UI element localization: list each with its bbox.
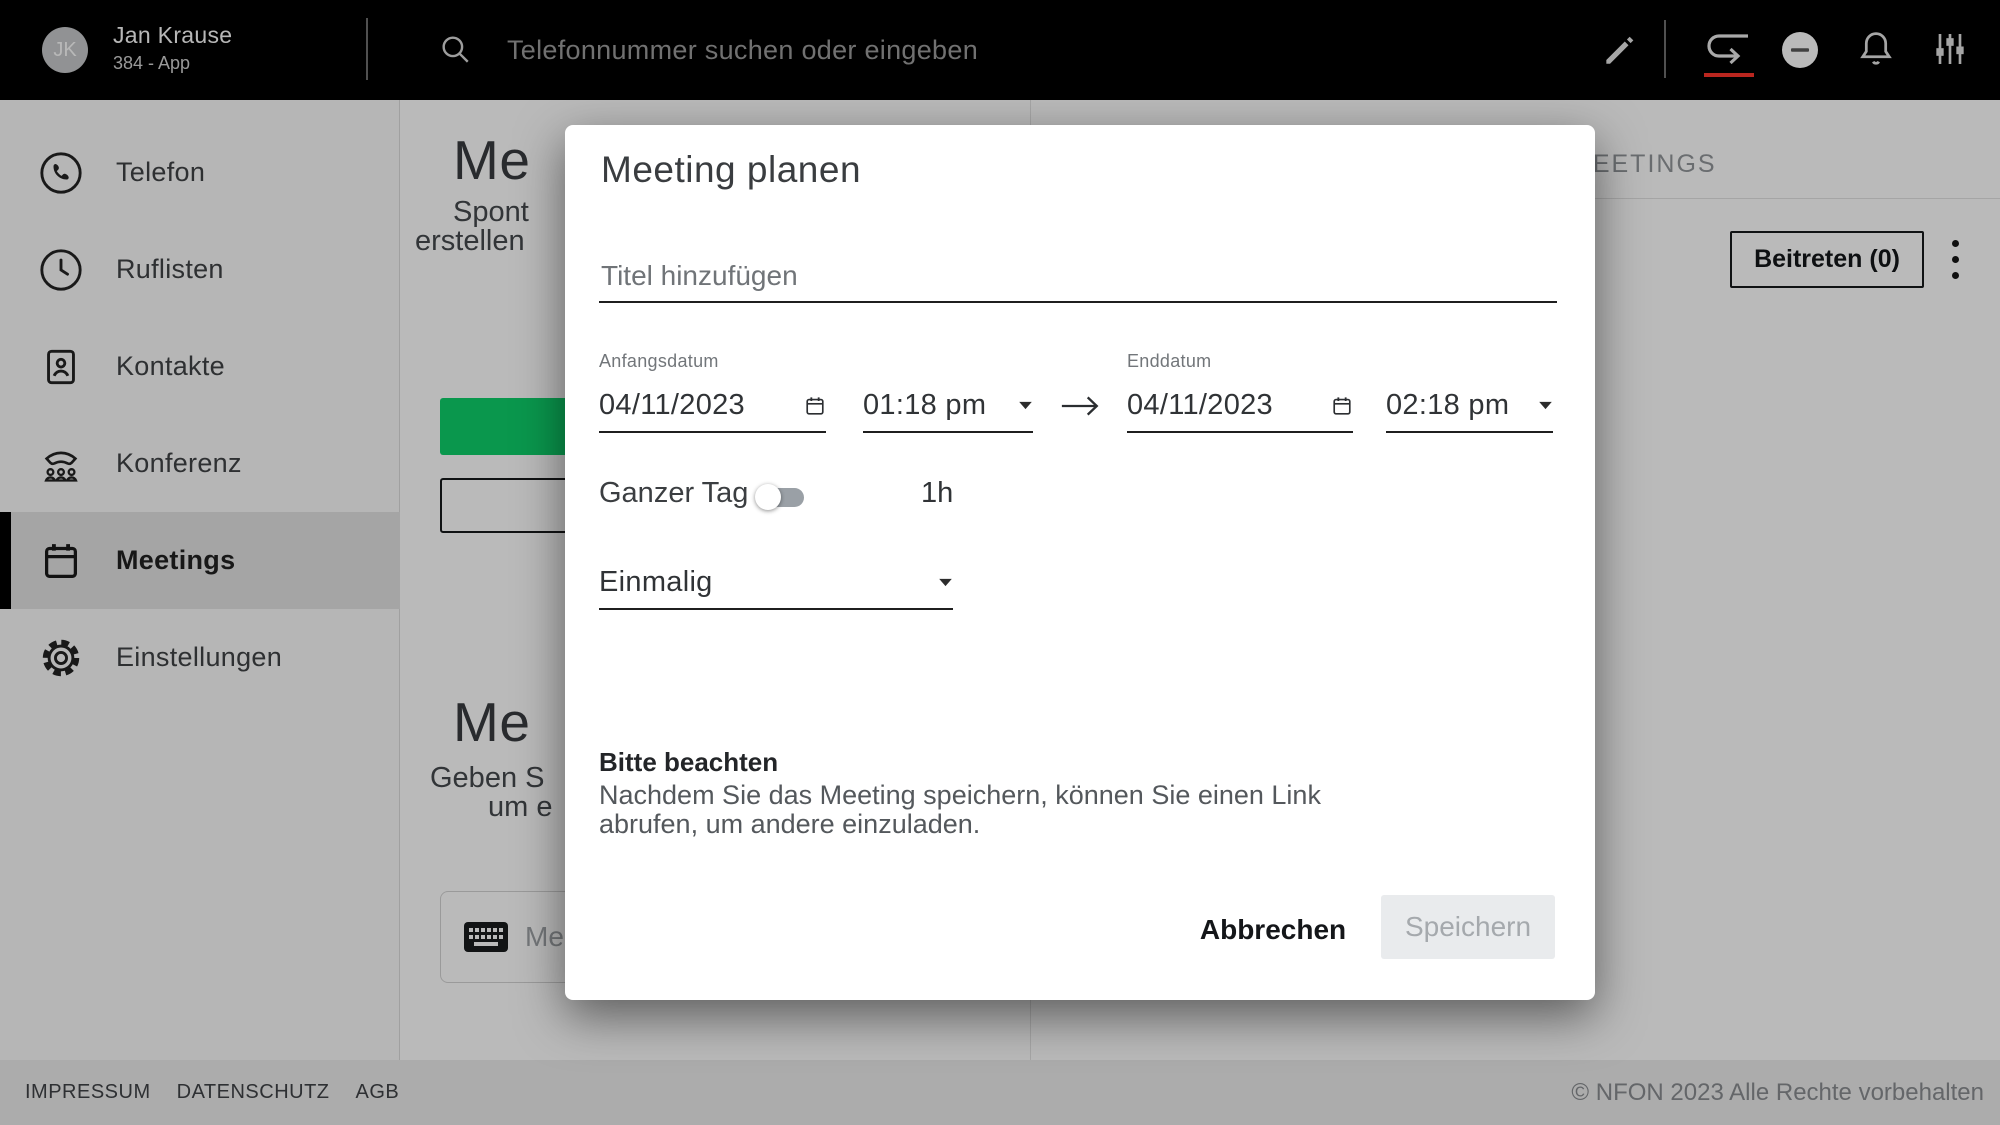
start-date-field[interactable]: 04/11/2023 [599, 380, 826, 433]
chevron-down-icon [1538, 401, 1553, 410]
end-date-field[interactable]: 04/11/2023 [1127, 380, 1353, 433]
all-day-toggle[interactable] [755, 483, 807, 511]
toggle-knob [755, 484, 781, 510]
dialog-title: Meeting planen [601, 149, 861, 191]
app-window: JK Jan Krause 384 - App [0, 0, 2000, 1125]
start-time-field[interactable]: 01:18 pm [863, 380, 1033, 433]
end-date-label: Enddatum [1127, 351, 1211, 372]
meeting-title-input[interactable] [599, 251, 1557, 303]
note-text-line1: Nachdem Sie das Meeting speichern, könne… [599, 780, 1321, 811]
date-picker-icon [1331, 395, 1353, 417]
all-day-label: Ganzer Tag [599, 477, 748, 510]
schedule-meeting-dialog: Meeting planen Anfangsdatum Enddatum 04/… [565, 125, 1595, 1000]
recurrence-value: Einmalig [599, 566, 713, 599]
start-date-value: 04/11/2023 [599, 389, 745, 422]
end-time-value: 02:18 pm [1386, 389, 1509, 422]
date-picker-icon [804, 395, 826, 417]
recurrence-select[interactable]: Einmalig [599, 557, 953, 610]
start-time-value: 01:18 pm [863, 389, 986, 422]
save-button[interactable]: Speichern [1381, 895, 1555, 959]
end-date-value: 04/11/2023 [1127, 389, 1273, 422]
arrow-right-icon [1059, 391, 1103, 426]
chevron-down-icon [938, 578, 953, 587]
note-title: Bitte beachten [599, 747, 778, 778]
note-text-line2: abrufen, um andere einzuladen. [599, 809, 980, 840]
start-date-label: Anfangsdatum [599, 351, 719, 372]
end-time-field[interactable]: 02:18 pm [1386, 380, 1553, 433]
duration-value: 1h [921, 477, 953, 510]
chevron-down-icon [1018, 401, 1033, 410]
cancel-button[interactable]: Abbrechen [1185, 900, 1361, 960]
